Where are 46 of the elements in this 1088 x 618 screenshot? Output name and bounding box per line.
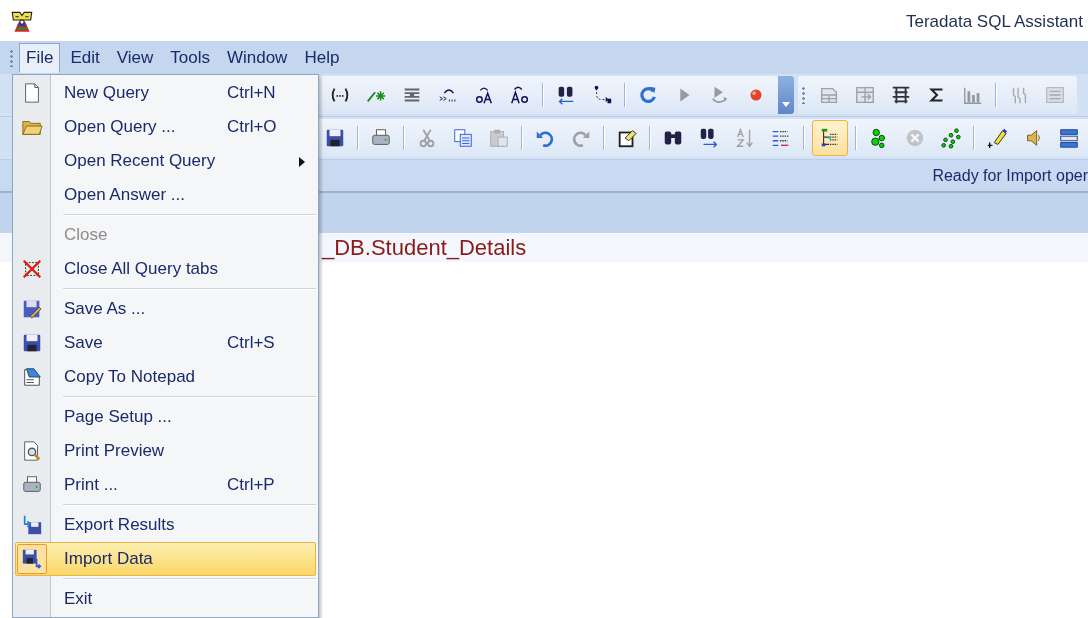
menu-item[interactable]: Print ... Ctrl+P [15,468,316,502]
copy-icon [452,127,474,149]
toolbar-overflow-button[interactable] [778,76,794,114]
binoculars-arrow-icon [698,127,720,149]
close-all-icon [21,258,43,280]
highlighter-icon [986,127,1008,149]
menu-item[interactable]: Print Preview [15,434,316,468]
menu-item[interactable]: Open Query ... Ctrl+O [15,110,316,144]
menu[interactable]: Tools [163,42,217,73]
menu-item[interactable]: Close All Query tabs [15,252,316,286]
cancel-icon [904,127,926,149]
menu-item[interactable]: Open Recent Query [15,144,316,178]
save-as-icon [21,298,43,320]
menu-item[interactable]: Import Data [15,542,316,576]
grip-handle[interactable] [10,48,13,67]
menu-item[interactable]: Page Setup ... [15,400,316,434]
menu[interactable]: File [19,42,61,73]
list-icon [1044,84,1066,106]
menu-item[interactable]: Exit [15,582,316,616]
menu-item[interactable]: New Query Ctrl+N [15,76,316,110]
refresh-icon [637,84,659,106]
toolbar-button[interactable] [812,120,848,156]
menu-item[interactable]: Save Ctrl+S [15,326,316,360]
window-title: Teradata SQL Assistant [905,11,1083,32]
paste-icon [488,127,510,149]
menu[interactable]: Help [297,42,347,73]
print-preview-icon [21,440,43,462]
menu[interactable]: View [109,42,161,73]
menu-item[interactable]: Copy To Notepad [15,360,316,394]
import-icon [21,548,43,570]
letter-case-icon [509,84,531,106]
menu-item[interactable]: Save As ... [15,292,316,326]
menu[interactable]: Edit [63,42,107,73]
save-icon [324,127,346,149]
status-text: Ready for Import oper [932,166,1088,185]
stacked-bars-icon [1058,127,1080,149]
menu-item[interactable]: Open Answer ... [15,178,316,212]
menu-item[interactable]: Export Results [15,508,316,542]
note-pencil-icon [616,127,638,149]
menu[interactable]: Window [219,42,295,73]
notepad-icon [21,366,43,388]
scatter-dots-icon [940,127,962,149]
rows-icon [890,84,912,106]
table-arrow-icon [854,84,876,106]
query-text: _DB.Student_Details [322,234,527,261]
export-icon [21,514,43,536]
